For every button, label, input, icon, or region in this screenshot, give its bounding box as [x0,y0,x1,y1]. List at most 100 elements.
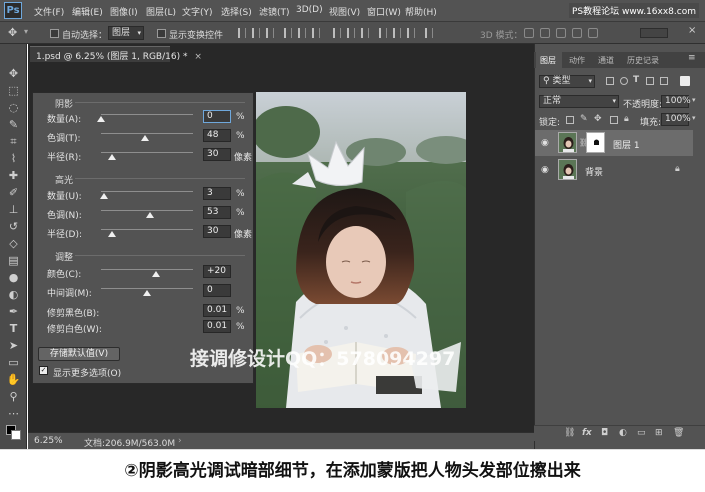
layer-row-layer1[interactable]: ◉ ⛓ 图层 1 [535,130,693,156]
align-right-icon[interactable] [312,28,320,38]
gradient-tool-icon[interactable]: ▤ [6,254,21,267]
3d-scale-icon[interactable] [588,28,598,38]
close-icon[interactable]: × [688,25,696,36]
layer-style-icon[interactable]: fx [582,428,592,438]
shadows-tone-slider-track[interactable] [101,133,193,134]
type-tool-icon[interactable]: T [6,322,21,335]
adjustment-layer-icon[interactable]: ◐ [619,428,627,438]
lock-transparent-icon[interactable] [566,116,574,124]
auto-select-dropdown[interactable]: 图层 ▾ [108,26,144,40]
align-hcenter-icon[interactable] [298,28,306,38]
shadows-radius-field[interactable]: 30 [203,148,231,161]
menu-select[interactable]: 选择(S) [221,5,252,18]
highlights-tone-slider-track[interactable] [101,210,193,211]
adjust-color-field[interactable]: +20 [203,265,231,278]
crop-tool-icon[interactable]: ⌗ [6,135,21,148]
tab-channels[interactable]: 通道 [598,55,614,66]
hand-tool-icon[interactable]: ✋ [6,373,21,386]
delete-layer-icon[interactable]: 🗑︎ [673,428,684,438]
shape-tool-icon[interactable]: ▭ [6,356,21,369]
tab-history[interactable]: 历史记录 [627,55,659,66]
menu-3d[interactable]: 3D(D) [296,5,323,15]
distribute-bottom-icon[interactable] [361,28,369,38]
shadows-radius-slider-thumb[interactable] [108,154,117,160]
adjust-midtone-field[interactable]: 0 [203,284,231,297]
distribute-vcenter-icon[interactable] [347,28,355,38]
tool-preset-chevron-icon[interactable]: ▾ [24,27,28,36]
filter-type-icon[interactable]: T [633,75,639,85]
healing-brush-tool-icon[interactable]: ✚ [6,169,21,182]
menu-view[interactable]: 视图(V) [329,5,360,18]
opacity-field[interactable]: 100% [661,95,691,108]
status-menu-chevron-icon[interactable]: › [178,436,182,446]
layer-row-background[interactable]: ◉ 背景 🔒︎ [535,157,693,183]
marquee-tool-icon[interactable]: ⬚ [6,84,21,97]
distribute-hcenter-icon[interactable] [393,28,401,38]
menu-layer[interactable]: 图层(L) [146,5,176,18]
3d-rotate-icon[interactable] [524,28,534,38]
shadows-amount-field[interactable]: 0 [203,110,231,123]
eraser-tool-icon[interactable]: ◇ [6,237,21,250]
highlights-radius-field[interactable]: 30 [203,225,231,238]
tab-layers[interactable]: 图层 [540,55,556,66]
filter-shape-icon[interactable] [646,77,654,85]
filter-pixel-icon[interactable] [606,77,614,85]
3d-pan-icon[interactable] [556,28,566,38]
zoom-tool-icon[interactable]: ⚲ [6,390,21,403]
highlights-tone-slider-thumb[interactable] [145,212,154,218]
dodge-tool-icon[interactable]: ◐ [6,288,21,301]
distribute-left-icon[interactable] [379,28,387,38]
pen-tool-icon[interactable]: ✒ [6,305,21,318]
clone-stamp-tool-icon[interactable]: ⊥ [6,203,21,216]
document-tab[interactable]: 1.psd @ 6.25% (图层 1, RGB/16) * × [30,46,202,62]
move-tool-icon[interactable]: ✥ [6,67,21,80]
align-left-icon[interactable] [284,28,292,38]
panel-menu-icon[interactable]: ≡ [688,53,696,63]
filter-adjustment-icon[interactable] [620,77,628,85]
close-tab-icon[interactable]: × [194,52,202,62]
background-color-swatch[interactable] [11,430,21,440]
history-brush-tool-icon[interactable]: ↺ [6,220,21,233]
more-tools-icon[interactable]: ⋯ [6,407,21,420]
auto-select-checkbox[interactable] [50,29,59,38]
layer-mask-thumbnail[interactable] [586,132,605,153]
align-vcenter-icon[interactable] [252,28,260,38]
blur-tool-icon[interactable]: ● [6,271,21,284]
menu-window[interactable]: 窗口(W) [367,5,401,18]
align-bottom-icon[interactable] [266,28,274,38]
3d-roll-icon[interactable] [540,28,550,38]
blend-mode-dropdown[interactable]: 正常 ▾ [539,95,619,108]
chevron-down-icon[interactable]: ▾ [692,96,696,104]
shadows-amount-slider-thumb[interactable] [97,116,105,122]
lock-pixels-icon[interactable]: ✎ [580,114,588,124]
lock-artboard-icon[interactable] [610,116,618,124]
highlights-amount-field[interactable]: 3 [203,187,231,200]
link-layers-icon[interactable]: ⛓ [564,428,575,438]
quick-select-tool-icon[interactable]: ✎ [6,118,21,131]
auto-align-icon[interactable] [425,28,433,38]
lock-all-icon[interactable]: 🔒︎ [624,114,629,124]
align-top-icon[interactable] [238,28,246,38]
path-select-tool-icon[interactable]: ➤ [6,339,21,352]
add-mask-icon[interactable]: ◘ [601,428,608,438]
new-layer-icon[interactable]: ⊞ [655,428,663,438]
chevron-down-icon[interactable]: ▾ [692,114,696,122]
eyedropper-tool-icon[interactable]: ⌇ [6,152,21,165]
clip-white-field[interactable]: 0.01 [203,320,231,333]
fill-field[interactable]: 100% [661,113,691,126]
shadows-amount-slider-track[interactable] [101,114,193,115]
shadows-tone-field[interactable]: 48 [203,129,231,142]
layer-kind-filter[interactable]: ⚲ 类型 ▾ [539,75,595,88]
menu-edit[interactable]: 编辑(E) [72,5,103,18]
tab-actions[interactable]: 动作 [569,55,585,66]
highlights-radius-slider-thumb[interactable] [108,231,117,237]
layer-thumbnail[interactable] [558,132,577,153]
filter-smartobject-icon[interactable] [660,77,668,85]
shadows-radius-slider-track[interactable] [101,152,193,153]
show-transform-checkbox[interactable] [157,29,166,38]
visibility-eye-icon[interactable]: ◉ [541,165,549,175]
more-options-checkbox[interactable]: ✓ [39,366,48,375]
adjust-color-slider-thumb[interactable] [152,271,161,277]
new-group-icon[interactable]: ▭ [637,428,646,438]
highlights-amount-slider-thumb[interactable] [99,193,108,199]
